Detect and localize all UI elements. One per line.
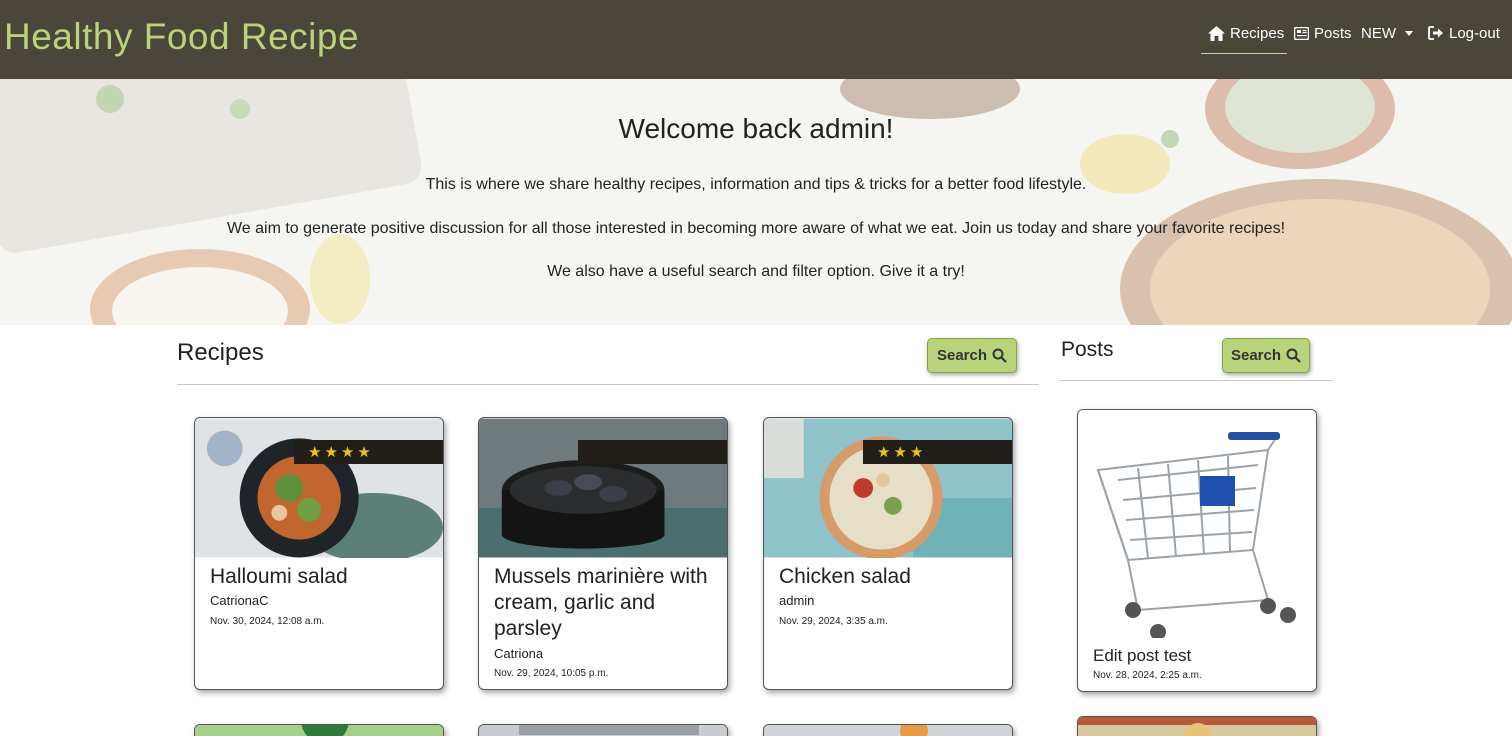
post-card[interactable]: [1077, 716, 1317, 736]
recipe-image: [764, 725, 1012, 736]
recipe-image: [479, 418, 727, 558]
post-date: Nov. 28, 2024, 2:25 a.m.: [1093, 670, 1202, 681]
star-icon: ★: [308, 442, 322, 461]
post-image: [1078, 410, 1316, 638]
recipes-divider: [177, 384, 1039, 385]
welcome-heading: Welcome back admin!: [618, 113, 894, 144]
recipe-image: [764, 418, 1012, 558]
recipe-card[interactable]: [478, 724, 728, 736]
hero-banner: Welcome back admin! This is where we sha…: [0, 79, 1512, 325]
recipe-card[interactable]: ★ ★ ★ Chicken salad admin Nov. 29, 2024,…: [763, 417, 1013, 690]
post-card[interactable]: Edit post test Nov. 28, 2024, 2:25 a.m.: [1077, 409, 1317, 692]
active-nav-indicator: [1201, 53, 1287, 54]
nav-logout-link[interactable]: Log-out: [1428, 22, 1500, 44]
recipe-author: admin: [779, 593, 815, 608]
recipe-author: Catriona: [494, 646, 544, 661]
rating-stars: ★ ★ ★ ★: [294, 440, 443, 464]
intro-text-1: This is where we share healthy recipes, …: [425, 176, 1087, 193]
chevron-down-icon: [1405, 30, 1413, 36]
nav-recipes-link[interactable]: Recipes: [1208, 22, 1284, 44]
recipe-date: Nov. 29, 2024, 10:05 p.m.: [494, 668, 609, 679]
intro-text-3: We also have a useful search and filter …: [547, 263, 965, 280]
post-title: Edit post test: [1093, 646, 1192, 665]
posts-search-button[interactable]: Search: [1222, 338, 1310, 373]
intro-text-2: We aim to generate positive discussion f…: [226, 220, 1286, 237]
home-icon: [1208, 25, 1225, 41]
nav-new-label: NEW: [1361, 24, 1396, 42]
posts-divider: [1059, 380, 1333, 381]
recipes-search-label: Search: [936, 347, 988, 364]
rating-stars: ★ ★ ★: [863, 440, 1012, 464]
recipe-card[interactable]: [194, 724, 444, 736]
star-icon: ★: [909, 442, 924, 461]
recipe-image: [479, 725, 727, 736]
recipe-date: Nov. 30, 2024, 12:08 a.m.: [210, 616, 325, 627]
navbar: Healthy Food Recipe Recipes Posts NEW Lo…: [0, 0, 1512, 79]
post-image: [1078, 717, 1316, 736]
nav-recipes-label: Recipes: [1230, 24, 1285, 42]
brand-logo[interactable]: Healthy Food Recipe: [4, 16, 359, 58]
posts-section-title: Posts: [1061, 338, 1114, 361]
nav-posts-link[interactable]: Posts: [1294, 22, 1352, 44]
nav-logout-label: Log-out: [1449, 24, 1500, 42]
recipe-title: Chicken salad: [779, 565, 911, 588]
star-icon: ★: [340, 442, 355, 461]
recipe-author: CatrionaC: [210, 593, 269, 608]
recipe-title: Mussels marinière with cream, garlic and…: [494, 565, 708, 640]
star-icon: ★: [324, 442, 338, 461]
search-icon: [1286, 348, 1301, 363]
recipes-search-button[interactable]: Search: [927, 338, 1017, 373]
star-icon: ★: [877, 442, 891, 461]
posts-search-label: Search: [1230, 347, 1282, 364]
nav-posts-label: Posts: [1314, 24, 1352, 42]
recipes-section-title: Recipes: [177, 339, 264, 366]
rating-stars: [578, 440, 727, 464]
recipe-title: Halloumi salad: [210, 565, 348, 588]
recipe-card[interactable]: Mussels marinière with cream, garlic and…: [478, 417, 728, 690]
newspaper-icon: [1294, 26, 1309, 40]
recipe-image: [195, 725, 443, 736]
star-icon: ★: [893, 442, 907, 461]
recipe-image: [195, 418, 443, 558]
recipe-date: Nov. 29, 2024, 3:35 a.m.: [779, 616, 888, 627]
nav-new-dropdown[interactable]: NEW: [1361, 22, 1413, 44]
recipe-card[interactable]: ★ ★ ★ ★ Halloumi salad CatrionaC Nov. 30…: [194, 417, 444, 690]
star-icon: ★: [357, 442, 371, 461]
recipe-card[interactable]: [763, 724, 1013, 736]
search-icon: [992, 348, 1007, 363]
logout-icon: [1428, 26, 1443, 40]
